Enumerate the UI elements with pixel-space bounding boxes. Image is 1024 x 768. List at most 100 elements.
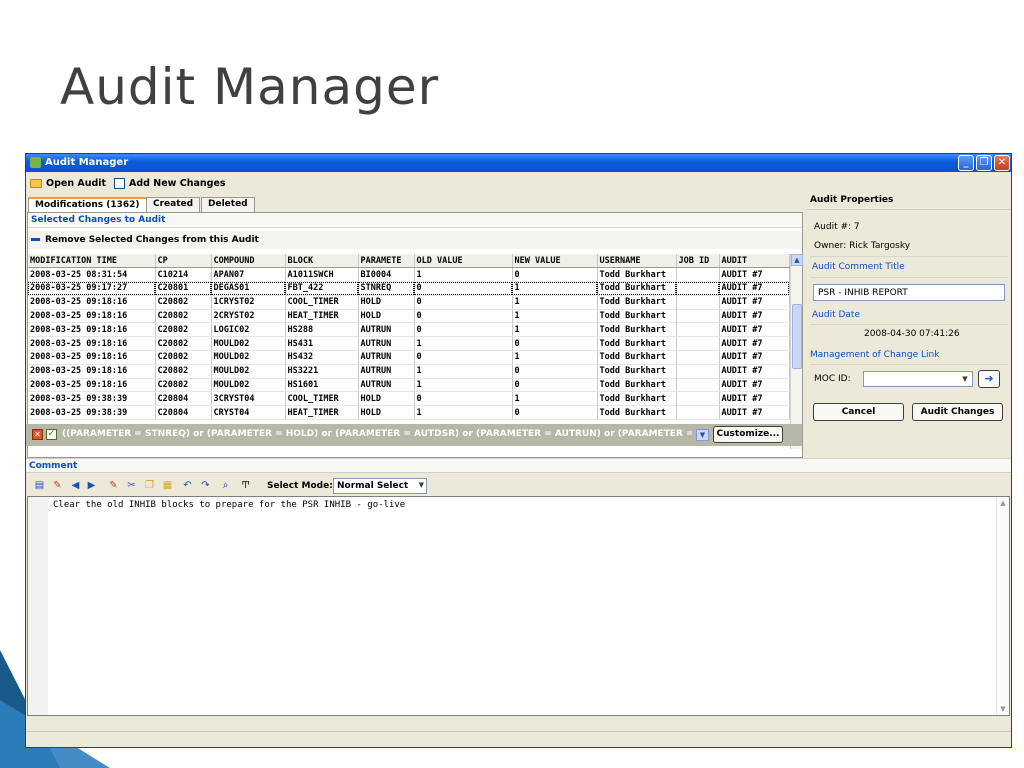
table-cell: CRYST04 [211, 405, 286, 421]
comment-text[interactable]: Clear the old INHIB blocks to prepare fo… [53, 500, 405, 510]
select-mode-dropdown[interactable]: Normal Select ▼ [333, 478, 427, 494]
filter-bar: ✕ ✓ ((PARAMETER = STNREQ) or (PARAMETER … [26, 424, 802, 446]
table-cell: HS288 [285, 322, 359, 338]
copy-icon[interactable]: ❐ [144, 480, 155, 491]
table-cell: Todd Burkhart [597, 378, 677, 393]
table-cell: LOGIC02 [211, 322, 286, 338]
table-row[interactable]: 2008-03-25 09:38:39 C20804 3CRYST04 COOL_TI… [28, 391, 790, 407]
find-icon[interactable]: ⌕ [220, 480, 231, 491]
table-cell: Todd Burkhart [597, 405, 677, 421]
next-icon[interactable]: ▶ [86, 480, 97, 491]
comment-editor[interactable]: Clear the old INHIB blocks to prepare fo… [27, 496, 1010, 716]
table-cell: STNREQ [358, 281, 415, 296]
table-cell: 2008-03-25 09:18:16 [28, 336, 156, 352]
table-row[interactable]: 2008-03-25 09:18:16 C20802 LOGIC02 HS288 AUT… [28, 322, 790, 338]
restore-icon[interactable]: ❐ [976, 155, 992, 171]
tab-created[interactable]: Created [146, 197, 201, 212]
scroll-up-icon[interactable]: ▲ [791, 254, 803, 266]
add-new-changes-checkbox[interactable] [114, 178, 125, 189]
table-scrollbar[interactable]: ▲ [790, 254, 803, 449]
previous-icon[interactable]: ◀ [70, 480, 81, 491]
table-row[interactable]: 2008-03-25 09:18:16 C20802 MOULD02 HS1601 AU… [28, 378, 790, 393]
table-cell: AUDIT #7 [719, 309, 790, 324]
table-cell: 2008-03-25 09:18:16 [28, 295, 156, 310]
table-cell: AUTRUN [358, 336, 415, 352]
table-row[interactable]: 2008-03-25 09:38:39 C20804 CRYST04 HEAT_TIM… [28, 405, 790, 421]
chevron-down-icon[interactable]: ▼ [959, 373, 971, 385]
scroll-thumb[interactable] [792, 304, 802, 369]
column-header[interactable]: JOB ID [676, 254, 720, 269]
divider [810, 324, 1008, 325]
filter-enabled-checkbox[interactable]: ✓ [46, 429, 57, 440]
open-audit-button[interactable]: Open Audit [30, 178, 106, 189]
moc-id-select[interactable]: ▼ [863, 371, 973, 387]
column-header[interactable]: NEW VALUE [512, 254, 598, 269]
table-cell: C20804 [155, 391, 212, 407]
tab-deleted[interactable]: Deleted [201, 197, 255, 212]
paste-icon[interactable]: ▦ [162, 480, 173, 491]
clear-filter-icon[interactable]: ✕ [32, 429, 43, 440]
table-cell: AUDIT #7 [719, 336, 790, 352]
column-header[interactable]: OLD VALUE [414, 254, 513, 269]
window-titlebar[interactable]: Audit Manager _ ❐ ✕ [26, 154, 1011, 172]
customize-button[interactable]: Customize... [713, 426, 783, 443]
undo-icon[interactable]: ↶ [182, 480, 193, 491]
table-cell: AUDIT #7 [719, 350, 790, 365]
column-header[interactable]: USERNAME [597, 254, 677, 269]
scroll-up-icon[interactable]: ▲ [997, 499, 1009, 507]
table-cell: APAN07 [211, 267, 286, 283]
save-icon[interactable]: ▤ [34, 480, 45, 491]
table-cell: 1 [512, 309, 598, 324]
filter-dropdown-icon[interactable]: ▼ [696, 429, 709, 441]
redo-icon[interactable]: ↷ [200, 480, 211, 491]
minimize-icon[interactable]: _ [958, 155, 974, 171]
chevron-down-icon[interactable]: ▼ [419, 481, 424, 489]
cancel-button[interactable]: Cancel [813, 403, 904, 421]
changes-panel: Selected Changes to Audit Remove Selecte… [27, 212, 803, 458]
comment-scrollbar[interactable]: ▲ ▼ [996, 497, 1009, 715]
comment-heading: Comment [26, 458, 1011, 473]
column-header[interactable]: CP [155, 254, 212, 269]
table-row[interactable]: 2008-03-25 09:18:16 C20802 MOULD02 HS3221 AU… [28, 364, 790, 379]
column-header[interactable]: MODIFICATION TIME [28, 254, 156, 269]
cut-icon[interactable]: ✂ [126, 480, 137, 491]
column-header[interactable]: BLOCK [285, 254, 359, 269]
table-cell: Todd Burkhart [597, 295, 677, 310]
format-icon[interactable]: Ͳ [240, 480, 251, 491]
table-cell: Todd Burkhart [597, 281, 677, 296]
table-cell [676, 322, 720, 338]
clear-icon[interactable]: ✎ [108, 480, 119, 491]
scroll-down-icon[interactable]: ▼ [997, 705, 1009, 713]
select-mode-label: Select Mode: [267, 481, 333, 491]
table-row[interactable]: 2008-03-25 09:18:16 C20802 1CRYST02 COOL_TI… [28, 295, 790, 310]
table-cell: AUTRUN [358, 350, 415, 365]
table-cell: C20801 [155, 281, 212, 296]
table-row[interactable]: 2008-03-25 09:18:16 C20802 MOULD02 HS431 AUT… [28, 336, 790, 352]
table-row[interactable]: 2008-03-25 08:31:54 C10214 APAN07 A1011SWCH… [28, 267, 790, 283]
selected-changes-heading: Selected Changes to Audit [28, 213, 802, 228]
column-header[interactable]: COMPOUND [211, 254, 286, 269]
table-cell: 1 [414, 378, 513, 393]
bookmark-icon[interactable]: ✎ [52, 480, 63, 491]
remove-selected-button[interactable]: Remove Selected Changes from this Audit [28, 231, 802, 249]
tab-modifications[interactable]: Modifications (1362) [28, 197, 147, 212]
add-new-changes-toggle[interactable]: Add New Changes [114, 178, 226, 189]
close-icon[interactable]: ✕ [994, 155, 1010, 171]
filter-expression: ((PARAMETER = STNREQ) or (PARAMETER = HO… [62, 429, 692, 439]
changes-table: MODIFICATION TIME CP COMPOUND BLOCK PARAMETE… [28, 254, 790, 421]
table-row[interactable]: 2008-03-25 09:18:16 C20802 MOULD02 HS432 AUT… [28, 350, 790, 365]
table-cell: 3CRYST04 [211, 391, 286, 407]
table-row[interactable]: 2008-03-25 09:17:27 C20801 DEGAS01 FBT_422 S… [28, 281, 790, 296]
audit-changes-button[interactable]: Audit Changes [912, 403, 1003, 421]
comment-title-input[interactable]: PSR - INHIB REPORT [813, 284, 1005, 301]
table-cell: 1 [512, 281, 598, 296]
table-cell: 2008-03-25 09:18:16 [28, 378, 156, 393]
column-header[interactable]: AUDIT [719, 254, 790, 269]
audit-number: Audit #: 7 [814, 222, 860, 232]
table-row[interactable]: 2008-03-25 09:18:16 C20802 2CRYST02 HEAT_TI… [28, 309, 790, 324]
go-arrow-icon[interactable]: ➜ [978, 370, 1000, 388]
table-cell: C20802 [155, 322, 212, 338]
table-cell: C20802 [155, 378, 212, 393]
comment-toolbar: ▤ ✎ ◀ ▶ ✎ ✂ ❐ ▦ ↶ ↷ ⌕ Ͳ Select Mode: Nor… [26, 476, 1011, 496]
column-header[interactable]: PARAMETE [358, 254, 415, 269]
